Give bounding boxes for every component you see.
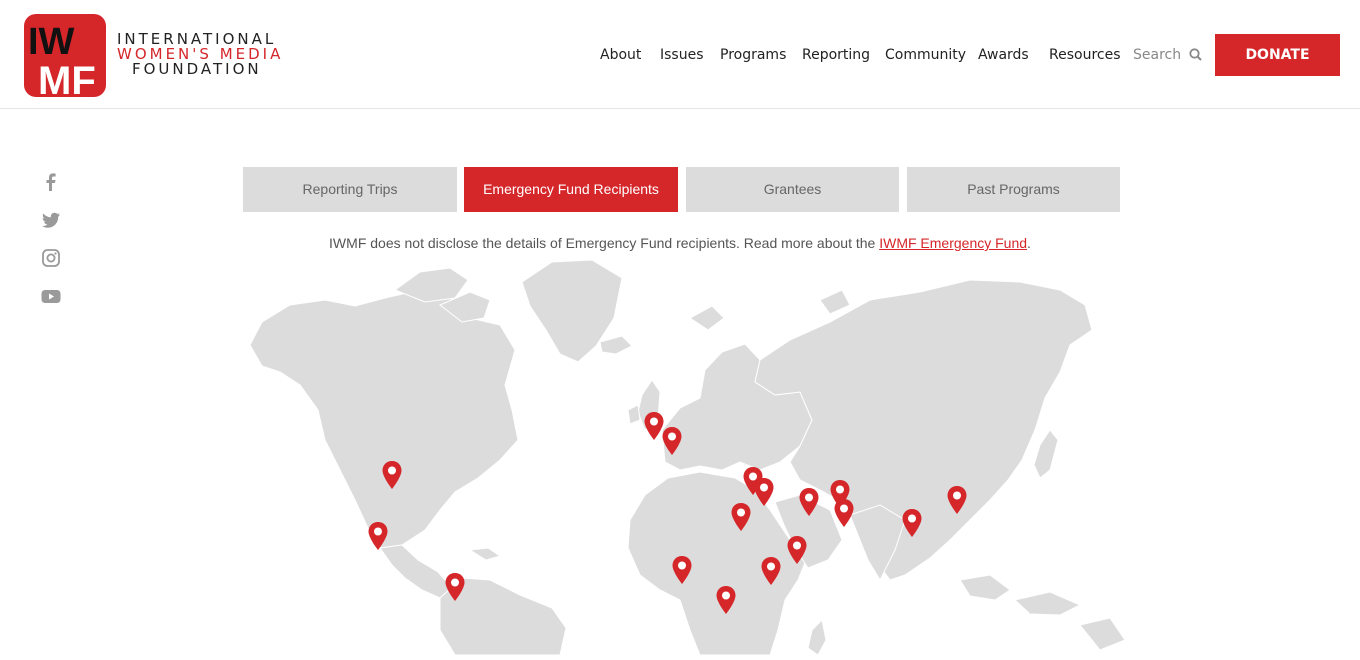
emergency-fund-link[interactable]: IWMF Emergency Fund [879, 235, 1027, 251]
tab-reporting-trips[interactable]: Reporting Trips [243, 167, 457, 212]
logo-wordmark: INTERNATIONAL WOMEN'S MEDIA FOUNDATION [117, 32, 283, 77]
nav-community[interactable]: Community [885, 47, 966, 63]
map-pin[interactable] [786, 535, 808, 565]
tab-grantees[interactable]: Grantees [686, 167, 899, 212]
search-icon [1188, 48, 1202, 61]
map-pin[interactable] [798, 487, 820, 517]
site-header: IW MF INTERNATIONAL WOMEN'S MEDIA FOUNDA… [0, 0, 1360, 109]
map-pin[interactable] [715, 585, 737, 615]
map-pin[interactable] [753, 477, 775, 507]
search-link[interactable]: Search [1133, 47, 1202, 63]
twitter-icon[interactable] [40, 209, 62, 231]
map-pin[interactable] [946, 485, 968, 515]
svg-text:MF: MF [38, 59, 96, 97]
logo-mark: IW MF [28, 21, 96, 97]
facebook-icon[interactable] [40, 171, 62, 193]
nav-awards[interactable]: Awards [978, 47, 1029, 63]
nav-about[interactable]: About [600, 47, 641, 63]
tab-past-programs[interactable]: Past Programs [907, 167, 1120, 212]
note-end: . [1027, 235, 1031, 251]
donate-button[interactable]: DONATE [1215, 34, 1340, 76]
iwmf-logo[interactable]: IW MF [24, 14, 106, 97]
map-pin[interactable] [730, 502, 752, 532]
emergency-fund-note: IWMF does not disclose the details of Em… [0, 235, 1360, 251]
tab-emergency-fund-recipients[interactable]: Emergency Fund Recipients [464, 167, 678, 212]
note-text: IWMF does not disclose the details of Em… [329, 235, 880, 251]
nav-issues[interactable]: Issues [660, 47, 704, 63]
nav-reporting[interactable]: Reporting [802, 47, 870, 63]
nav-resources[interactable]: Resources [1049, 47, 1121, 63]
logo-line-3: FOUNDATION [132, 60, 262, 78]
svg-text:IW: IW [28, 21, 75, 63]
search-label: Search [1133, 47, 1182, 63]
map-pin[interactable] [444, 572, 466, 602]
nav-programs[interactable]: Programs [720, 47, 786, 63]
map-pin[interactable] [760, 556, 782, 586]
world-map [0, 255, 1360, 656]
map-pin[interactable] [367, 521, 389, 551]
map-pin[interactable] [833, 498, 855, 528]
map-pin[interactable] [901, 508, 923, 538]
map-pin[interactable] [671, 555, 693, 585]
map-pin[interactable] [381, 460, 403, 490]
map-pin[interactable] [661, 426, 683, 456]
